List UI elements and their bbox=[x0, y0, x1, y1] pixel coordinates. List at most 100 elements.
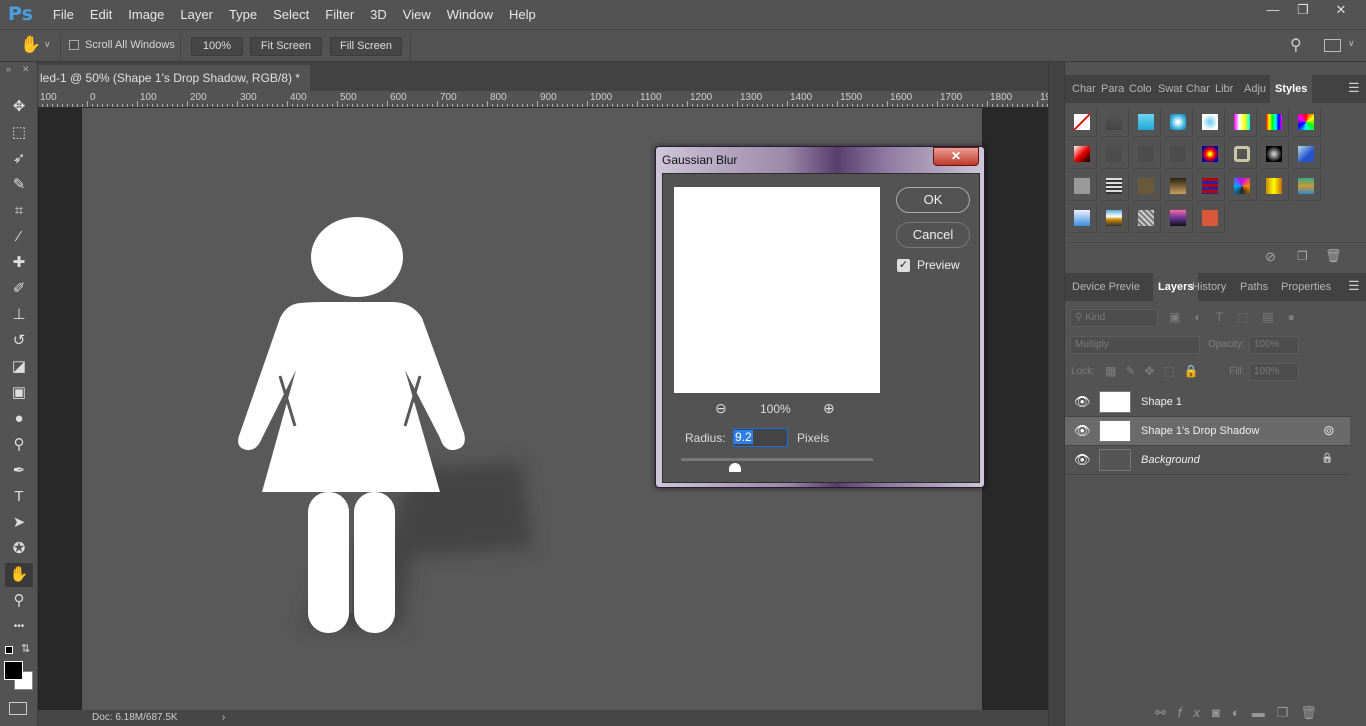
tab-styles[interactable]: Styles bbox=[1270, 75, 1313, 103]
healing-tool[interactable]: ✚ bbox=[5, 251, 33, 275]
type-tool[interactable]: T bbox=[5, 485, 33, 509]
style-swatch[interactable] bbox=[1291, 171, 1321, 201]
tab-history[interactable]: History bbox=[1187, 273, 1231, 301]
fill-screen-button[interactable]: Fill Screen bbox=[330, 37, 402, 56]
style-swatch[interactable] bbox=[1227, 171, 1257, 201]
zoom-out-icon[interactable]: ⊖ bbox=[715, 400, 727, 417]
radius-slider-track[interactable] bbox=[681, 458, 873, 461]
style-swatch[interactable] bbox=[1131, 171, 1161, 201]
zoom-100-button[interactable]: 100% bbox=[191, 37, 243, 56]
style-swatch[interactable] bbox=[1227, 107, 1257, 137]
style-swatch[interactable] bbox=[1067, 171, 1097, 201]
style-swatch[interactable] bbox=[1067, 203, 1097, 233]
radius-input[interactable]: 9.2 bbox=[733, 428, 788, 447]
new-group-icon[interactable]: ▬ bbox=[1252, 705, 1277, 720]
style-swatch[interactable] bbox=[1131, 107, 1161, 137]
close-panel-icon[interactable]: ✕ bbox=[22, 64, 30, 75]
scroll-all-checkbox[interactable] bbox=[69, 40, 79, 50]
quick-select-tool[interactable]: ✎ bbox=[5, 173, 33, 197]
blur-preview[interactable] bbox=[674, 187, 880, 393]
menu-view[interactable]: View bbox=[395, 7, 439, 22]
delete-layer-icon[interactable]: 🗑 bbox=[1300, 705, 1329, 720]
lock-icons[interactable]: ▦✎✥⬚🔒 bbox=[1105, 364, 1208, 378]
style-swatch[interactable] bbox=[1131, 139, 1161, 169]
menu-type[interactable]: Type bbox=[221, 7, 265, 22]
menu-image[interactable]: Image bbox=[120, 7, 172, 22]
adjustment-layer-icon[interactable]: ◐ bbox=[1232, 705, 1252, 720]
tab-libr[interactable]: Libr bbox=[1210, 75, 1238, 103]
style-swatch[interactable] bbox=[1259, 171, 1289, 201]
style-swatch[interactable] bbox=[1291, 107, 1321, 137]
tab-properties[interactable]: Properties bbox=[1276, 273, 1336, 301]
cancel-button[interactable]: Cancel bbox=[896, 222, 970, 248]
chevron-down-icon[interactable]: ∨ bbox=[44, 39, 51, 50]
style-swatch[interactable] bbox=[1163, 107, 1193, 137]
style-swatch[interactable] bbox=[1099, 171, 1129, 201]
style-swatch[interactable] bbox=[1195, 171, 1225, 201]
more-tools[interactable]: ••• bbox=[5, 615, 33, 639]
marquee-tool[interactable]: ⬚ bbox=[5, 121, 33, 145]
style-swatch[interactable] bbox=[1259, 139, 1289, 169]
ok-button[interactable]: OK bbox=[896, 187, 970, 213]
blur-tool[interactable]: ● bbox=[5, 407, 33, 431]
close-icon[interactable]: ✕ bbox=[1326, 0, 1356, 22]
menu-window[interactable]: Window bbox=[439, 7, 501, 22]
workspace-icon[interactable] bbox=[1324, 39, 1341, 52]
fx-icon[interactable]: fx bbox=[1178, 705, 1212, 720]
style-swatch[interactable] bbox=[1227, 139, 1257, 169]
style-swatch[interactable] bbox=[1195, 139, 1225, 169]
search-icon[interactable]: ⚲ bbox=[1290, 35, 1302, 55]
fill-field[interactable]: 100% bbox=[1249, 363, 1299, 381]
zoom-tool[interactable]: ⚲ bbox=[5, 589, 33, 613]
style-swatch[interactable] bbox=[1195, 107, 1225, 137]
move-tool[interactable]: ✥ bbox=[5, 95, 33, 119]
gradient-tool[interactable]: ▣ bbox=[5, 381, 33, 405]
tab-device-previe[interactable]: Device Previe bbox=[1067, 273, 1145, 301]
minimize-icon[interactable]: — bbox=[1258, 0, 1288, 22]
status-menu-icon[interactable]: › bbox=[222, 710, 225, 726]
quick-mask-icon[interactable] bbox=[9, 702, 27, 715]
zoom-in-icon[interactable]: ⊕ bbox=[823, 400, 835, 417]
style-swatch[interactable] bbox=[1099, 203, 1129, 233]
clear-style-icon[interactable]: ⊘ bbox=[1265, 249, 1276, 265]
tab-colo[interactable]: Colo bbox=[1124, 75, 1157, 103]
dialog-close-button[interactable]: ✕ bbox=[933, 147, 979, 166]
eraser-tool[interactable]: ◪ bbox=[5, 355, 33, 379]
layers-menu-icon[interactable]: ☰ bbox=[1348, 278, 1360, 294]
new-style-icon[interactable]: ❐ bbox=[1297, 249, 1308, 263]
menu-3d[interactable]: 3D bbox=[362, 7, 395, 22]
layer-effects-icon[interactable]: ⊚ bbox=[1323, 422, 1335, 439]
style-swatch[interactable] bbox=[1291, 139, 1321, 169]
style-swatch[interactable] bbox=[1163, 203, 1193, 233]
layer-filter-kind[interactable]: ⚲ Kind bbox=[1070, 309, 1158, 327]
menu-file[interactable]: File bbox=[45, 7, 82, 22]
layer-row[interactable]: 👁 Background 🔒 bbox=[1065, 446, 1350, 475]
layer-row[interactable]: 👁 Shape 1 bbox=[1065, 388, 1350, 417]
menu-layer[interactable]: Layer bbox=[172, 7, 221, 22]
menu-select[interactable]: Select bbox=[265, 7, 317, 22]
style-swatch[interactable] bbox=[1099, 139, 1129, 169]
stamp-tool[interactable]: ⊥ bbox=[5, 303, 33, 327]
style-swatch[interactable] bbox=[1099, 107, 1129, 137]
tab-paths[interactable]: Paths bbox=[1235, 273, 1273, 301]
tab-adju[interactable]: Adju bbox=[1239, 75, 1271, 103]
crop-tool[interactable]: ⌗ bbox=[5, 199, 33, 223]
history-brush-tool[interactable]: ↺ bbox=[5, 329, 33, 353]
eyedropper-tool[interactable]: ⁄ bbox=[5, 225, 33, 249]
style-swatch[interactable] bbox=[1067, 139, 1097, 169]
add-mask-icon[interactable]: ◙ bbox=[1212, 705, 1232, 720]
brush-tool[interactable]: ✐ bbox=[5, 277, 33, 301]
radius-slider-thumb[interactable] bbox=[728, 463, 741, 472]
fit-screen-button[interactable]: Fit Screen bbox=[250, 37, 322, 56]
restore-icon[interactable]: ❐ bbox=[1288, 0, 1318, 22]
dodge-tool[interactable]: ⚲ bbox=[5, 433, 33, 457]
workspace-chevron-icon[interactable]: ∨ bbox=[1348, 38, 1355, 49]
layer-row[interactable]: 👁 Shape 1's Drop Shadow ⊚ bbox=[1065, 417, 1350, 446]
path-select-tool[interactable]: ➤ bbox=[5, 511, 33, 535]
swap-colors-icon[interactable]: ⇅ bbox=[21, 642, 30, 655]
new-layer-icon[interactable]: ❐ bbox=[1277, 705, 1301, 720]
foreground-color-swatch[interactable] bbox=[4, 661, 23, 680]
visibility-eye-icon[interactable]: 👁 bbox=[1074, 394, 1091, 410]
style-swatch[interactable] bbox=[1195, 203, 1225, 233]
custom-shape-tool[interactable]: ✪ bbox=[5, 537, 33, 561]
